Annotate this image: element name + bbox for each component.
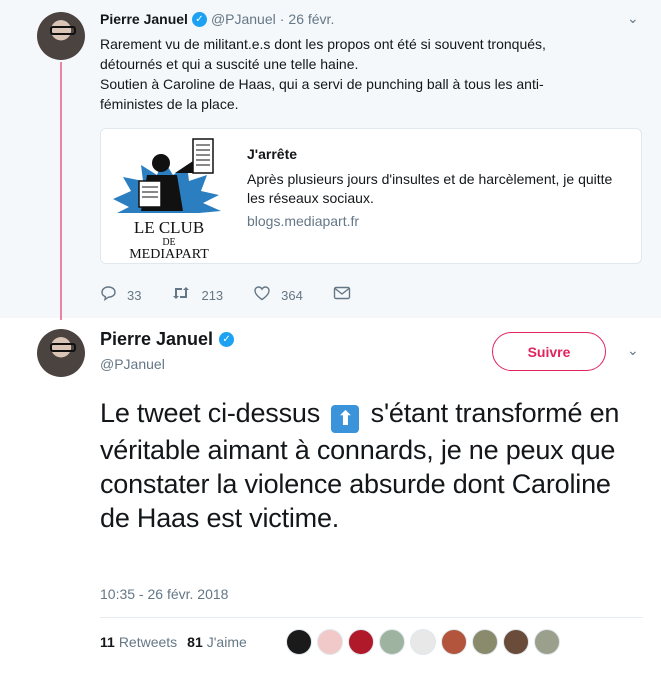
parent-tweet[interactable]: Pierre Januel ✓ @PJanuel · 26 févr. ⌄ Ra…: [0, 0, 661, 320]
envelope-icon: [333, 286, 351, 305]
parent-author-avatar[interactable]: [37, 12, 85, 60]
retweets-stat[interactable]: 11 Retweets: [100, 634, 177, 650]
reply-icon: [100, 285, 117, 306]
mediapart-logo-illustration: LE CLUB DE MEDIAPART: [113, 138, 221, 262]
main-author-avatar[interactable]: [37, 329, 85, 377]
parent-text-line: féministes de la place.: [100, 96, 239, 112]
like-count: 364: [281, 288, 303, 303]
liker-avatars: [286, 629, 565, 655]
link-card-title: J'arrête: [247, 146, 298, 162]
main-author-handle[interactable]: @PJanuel: [100, 356, 165, 372]
liker-avatar[interactable]: [348, 629, 374, 655]
mediapart-club-logo: LE CLUB DE MEDIAPART: [101, 129, 237, 263]
likes-label: J'aime: [206, 634, 247, 650]
parent-text-line: détournés et qui a suscité une telle hai…: [100, 56, 359, 72]
header-separator: ·: [279, 11, 285, 27]
likes-count: 81: [187, 634, 203, 650]
tweet-stats: 11 Retweets 81 J'aime: [100, 634, 257, 650]
liker-avatar[interactable]: [410, 629, 436, 655]
thread-connector-line: [60, 62, 62, 320]
main-author-name-row: Pierre Januel ✓: [100, 329, 235, 350]
parent-tweet-header: Pierre Januel ✓ @PJanuel · 26 févr.: [100, 11, 334, 27]
parent-text-line: Rarement vu de militant.e.s dont les pro…: [100, 36, 546, 52]
main-tweet-text: Le tweet ci-dessus ⬆ s'étant transformé …: [100, 396, 640, 535]
logo-text-line1: LE CLUB: [134, 218, 204, 237]
liker-avatar[interactable]: [534, 629, 560, 655]
parent-tweet-text: Rarement vu de militant.e.s dont les pro…: [100, 34, 640, 114]
stats-divider: [100, 617, 643, 618]
link-card-body: J'arrête Après plusieurs jours d'insulte…: [247, 145, 627, 231]
verified-badge-icon: ✓: [219, 332, 235, 347]
retweet-icon: [171, 285, 191, 306]
link-card-domain: blogs.mediapart.fr: [247, 213, 360, 229]
parent-tweet-actions: 33 213 364: [100, 285, 381, 306]
logo-text-line3: MEDIAPART: [129, 247, 209, 262]
retweet-button[interactable]: 213: [171, 285, 223, 306]
heart-icon: [253, 285, 271, 306]
liker-avatar[interactable]: [317, 629, 343, 655]
parent-tweet-date[interactable]: 26 févr.: [288, 11, 334, 27]
main-more-chevron-down-icon[interactable]: ⌄: [627, 342, 639, 359]
likes-stat[interactable]: 81 J'aime: [187, 634, 247, 650]
retweet-count: 213: [201, 288, 224, 303]
parent-text-line: Soutien à Caroline de Haas, qui a servi …: [100, 76, 544, 92]
direct-message-button[interactable]: [333, 286, 351, 305]
retweets-count: 11: [100, 634, 115, 650]
main-text-before-emoji: Le tweet ci-dessus: [100, 398, 321, 428]
link-card-description: Après plusieurs jours d'insultes et de h…: [247, 171, 613, 206]
up-arrow-emoji-icon: ⬆: [331, 405, 360, 433]
tweet-timestamp[interactable]: 10:35 - 26 févr. 2018: [100, 586, 228, 602]
liker-avatar[interactable]: [503, 629, 529, 655]
retweets-label: Retweets: [118, 634, 178, 650]
main-author-name[interactable]: Pierre Januel: [100, 329, 213, 350]
link-preview-card[interactable]: LE CLUB DE MEDIAPART J'arrête Après plus…: [100, 128, 642, 264]
like-button[interactable]: 364: [253, 285, 303, 306]
verified-badge-icon: ✓: [191, 11, 207, 27]
parent-author-name[interactable]: Pierre Januel: [100, 11, 188, 27]
liker-avatar[interactable]: [441, 629, 467, 655]
liker-avatar[interactable]: [472, 629, 498, 655]
liker-avatar[interactable]: [286, 629, 312, 655]
reply-button[interactable]: 33: [100, 285, 141, 306]
parent-author-handle[interactable]: @PJanuel: [211, 11, 276, 27]
follow-button[interactable]: Suivre: [492, 332, 606, 371]
liker-avatar[interactable]: [379, 629, 405, 655]
parent-more-chevron-down-icon[interactable]: ⌄: [627, 10, 639, 27]
reply-count: 33: [127, 288, 142, 303]
